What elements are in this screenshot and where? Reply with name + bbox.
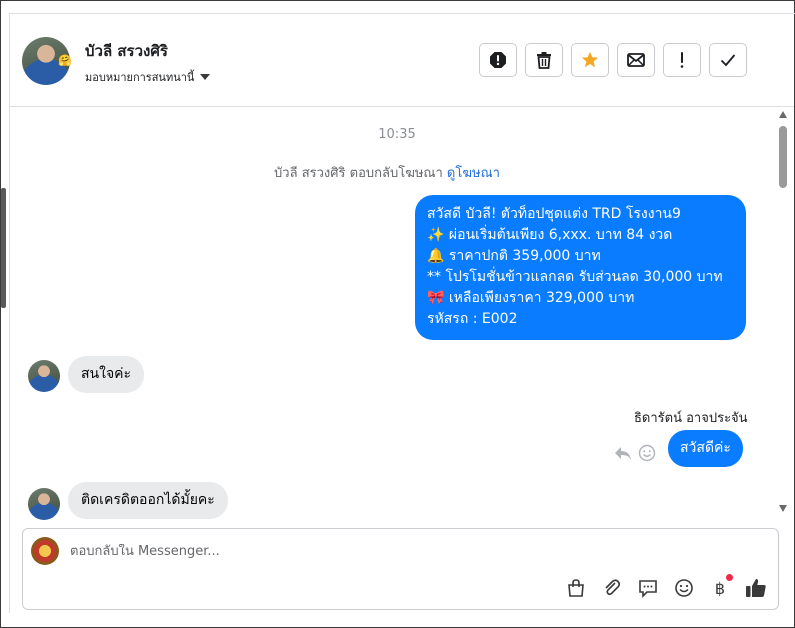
ad-message-line: 🔔 ราคาปกติ 359,000 บาท (427, 248, 601, 264)
mark-spam-button[interactable] (479, 43, 517, 77)
ad-message-line: สวัสดี บัวลี! ตัวท็อปชุดแต่ง TRD โรงงาน9 (427, 206, 681, 222)
star-icon (581, 51, 599, 68)
scrollbar-thumb[interactable] (779, 126, 787, 188)
view-ad-link[interactable]: ดูโฆษณา (447, 166, 500, 181)
mark-done-button[interactable] (709, 43, 747, 77)
emoji-icon (675, 579, 693, 597)
contact-avatar-small[interactable] (28, 360, 60, 392)
assign-label: มอบหมายการสนทนานี้ (85, 71, 195, 84)
panel-left-border (9, 13, 10, 613)
delete-button[interactable] (525, 43, 563, 77)
scroll-down-arrow[interactable] (779, 505, 787, 512)
side-drag-handle[interactable] (1, 188, 6, 308)
ad-message-line: รหัสรถ : E002 (427, 311, 518, 327)
composer-toolbar: ฿ (565, 574, 767, 599)
avatar-emoji-badge: 🤗 (58, 54, 72, 67)
envelope-icon (627, 53, 645, 67)
ad-message-line: ** โปรโมชั่นข้าวแลกลด รับส่วนลด 30,000 บ… (427, 269, 723, 285)
checkmark-icon (720, 54, 736, 67)
paperclip-icon (605, 579, 621, 596)
like-button[interactable] (745, 577, 767, 599)
mark-unread-button[interactable] (617, 43, 655, 77)
ad-message-bubble[interactable]: สวัสดี บัวลี! ตัวท็อปชุดแต่ง TRD โรงงาน9… (415, 195, 746, 340)
trash-icon (537, 52, 551, 69)
chat-bubble-icon (639, 580, 657, 598)
ad-reply-note: บัวลี สรวงศิริ ตอบกลับโฆษณา ดูโฆษณา (0, 162, 774, 183)
ad-message-line: 🎀 เหลือเพียงราคา 329,000 บาท (427, 290, 635, 306)
agent-name-label: ธิดารัตน์ อาจประจัน (634, 411, 748, 426)
attach-button[interactable] (601, 577, 623, 599)
shop-bag-button[interactable] (565, 577, 587, 599)
ad-reply-text: บัวลี สรวงศิริ ตอบกลับโฆษณา (274, 166, 443, 181)
message-hover-tools (614, 444, 656, 462)
shopping-bag-icon (568, 579, 584, 597)
saved-replies-button[interactable] (637, 577, 659, 599)
payment-button[interactable]: ฿ (709, 574, 733, 599)
thumbs-up-icon (746, 579, 766, 597)
reply-input[interactable] (70, 544, 670, 559)
exclamation-octagon-icon (490, 52, 506, 68)
conversation-actions (479, 43, 747, 77)
baht-icon: ฿ (714, 578, 726, 598)
assign-conversation-dropdown[interactable]: มอบหมายการสนทนานี้ (85, 68, 211, 86)
outgoing-message-bubble[interactable]: สวัสดีค่ะ (668, 430, 743, 467)
star-button[interactable] (571, 43, 609, 77)
ad-message-line: ✨ ผ่อนเริ่มต้นเพียง 6,xxx. บาท 84 งวด (427, 227, 673, 243)
follow-up-button[interactable] (663, 43, 701, 77)
emoji-button[interactable] (673, 577, 695, 599)
page-avatar (31, 537, 59, 565)
exclamation-icon (680, 52, 684, 68)
header-divider (10, 106, 794, 107)
scroll-up-arrow[interactable] (779, 111, 787, 118)
contact-name[interactable]: บัวลี สรวงศิริ (85, 39, 168, 63)
message-timestamp: 10:35 (378, 127, 416, 142)
smiley-icon[interactable] (638, 444, 656, 462)
incoming-message-bubble[interactable]: ติดเครดิตออกได้มั้ยคะ (68, 482, 228, 519)
panel-top-border (9, 13, 795, 14)
incoming-message-bubble[interactable]: สนใจค่ะ (68, 356, 145, 393)
reply-arrow-icon[interactable] (614, 445, 632, 461)
caret-down-icon (200, 74, 211, 80)
contact-avatar-small[interactable] (28, 488, 60, 520)
notification-dot (726, 574, 733, 581)
